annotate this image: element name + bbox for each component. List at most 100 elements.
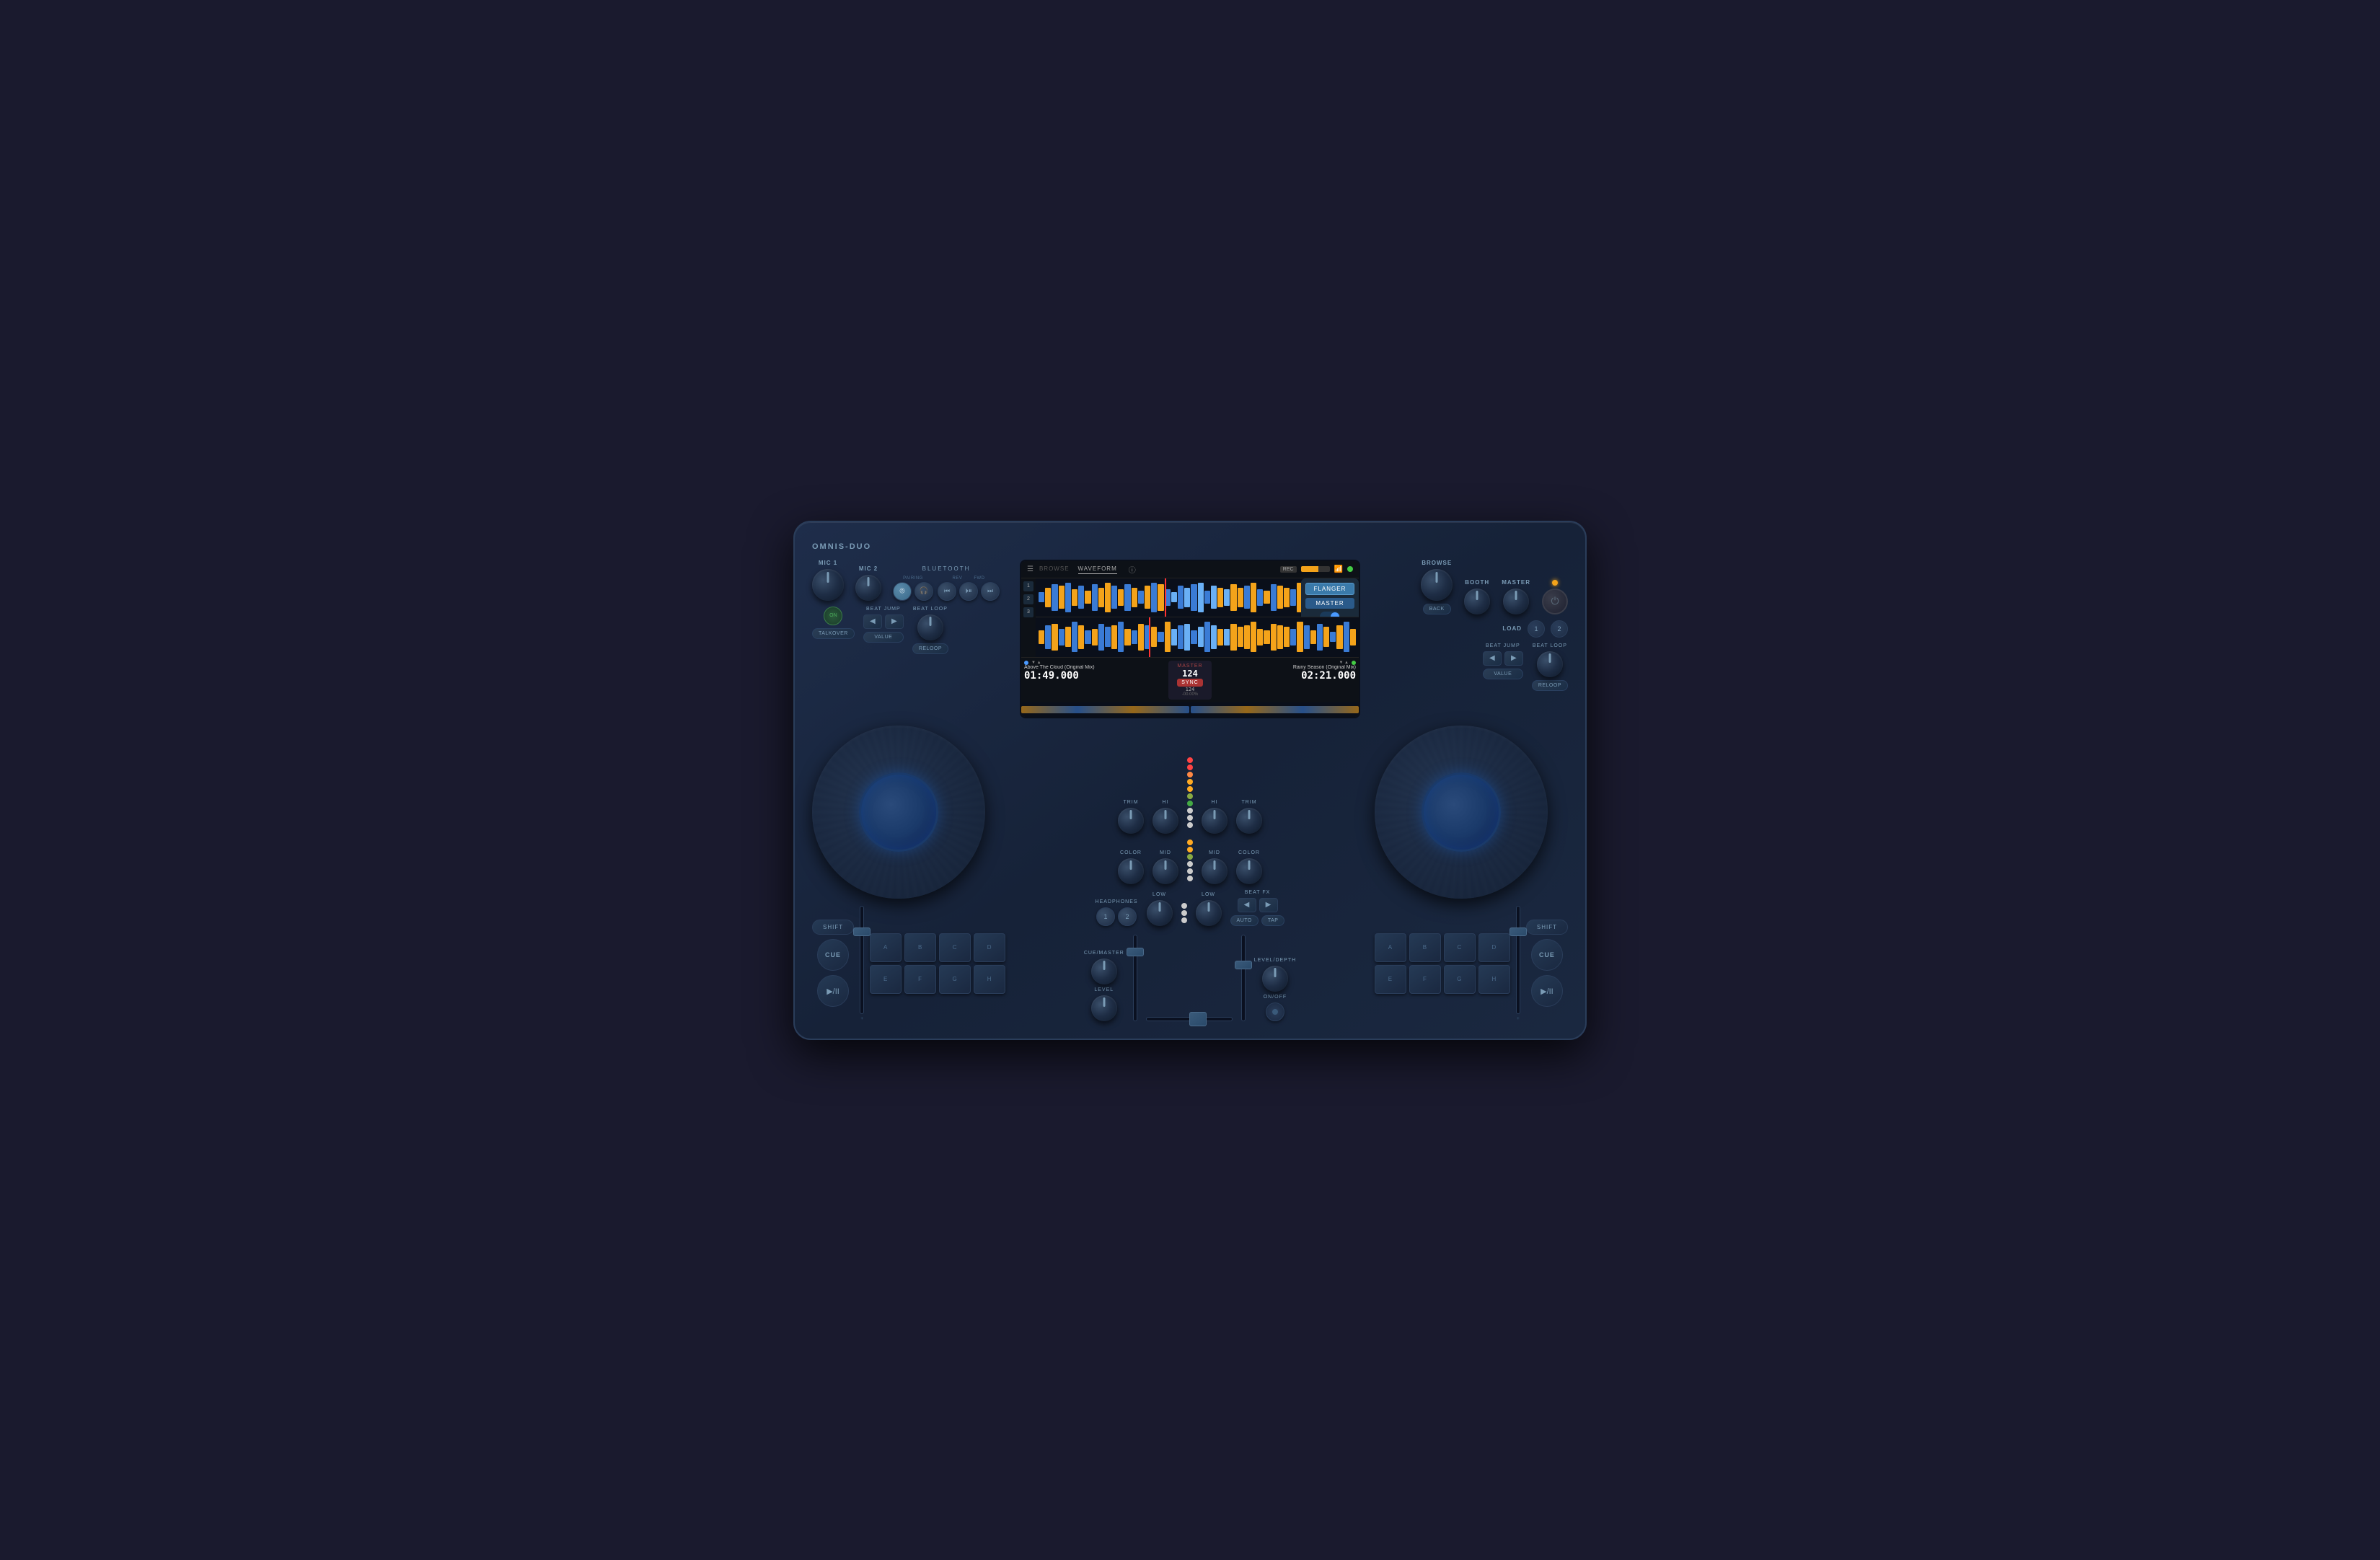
on-off-btn[interactable] [1266, 1002, 1284, 1021]
right-pad-h[interactable]: H [1478, 965, 1510, 994]
left-pad-g[interactable]: G [939, 965, 971, 994]
left-fader-handle[interactable] [853, 927, 871, 936]
right-pads-area: A B C D E F G H + [1375, 906, 1568, 1021]
fx-toggle[interactable] [1320, 612, 1340, 618]
mid-l-knob[interactable] [1152, 858, 1178, 884]
browse-tab[interactable]: BROWSE [1039, 564, 1070, 574]
left-pad-f[interactable]: F [904, 965, 936, 994]
ch1-fader-handle[interactable] [1127, 948, 1144, 956]
right-pad-e[interactable]: E [1375, 965, 1406, 994]
prev-btn[interactable]: ⏮ [938, 582, 956, 601]
headphones-icon[interactable]: 🎧 [914, 582, 933, 601]
beat-jump-right-btn[interactable]: ▶ [885, 614, 904, 629]
auto-btn[interactable]: AUTO [1230, 915, 1259, 926]
deck1-info: ▼ ▲ Above The Cloud (Original Mix) 01:49… [1024, 661, 1165, 700]
beat-jump-right-label: BEAT JUMP [1483, 643, 1523, 648]
right-pad-b[interactable]: B [1409, 933, 1441, 962]
reloop-r-btn[interactable]: RELOOP [1532, 680, 1568, 691]
bluetooth-icon[interactable]: ⌾ [893, 582, 912, 601]
hi-r-knob[interactable] [1202, 808, 1228, 834]
right-pad-g[interactable]: G [1444, 965, 1476, 994]
beat-jump-r-right-btn[interactable]: ▶ [1504, 651, 1523, 666]
hi-l-knob[interactable] [1152, 808, 1178, 834]
trim-l-knob[interactable] [1118, 808, 1144, 834]
cue-master-knob[interactable] [1091, 959, 1117, 984]
sidebar-btn-1[interactable]: 1 [1023, 581, 1033, 591]
left-pad-c[interactable]: C [939, 933, 971, 962]
beat-jump-r-left-btn[interactable]: ◀ [1483, 651, 1502, 666]
level-knob[interactable] [1091, 995, 1117, 1021]
left-pad-h[interactable]: H [974, 965, 1005, 994]
beat-loop-r-knob[interactable] [1537, 651, 1563, 677]
play-pause-btn[interactable]: ⏵⏸ [959, 582, 978, 601]
right-shift-btn[interactable]: SHIFT [1526, 920, 1568, 935]
rec-badge[interactable]: REC [1280, 566, 1297, 573]
mid-r-knob[interactable] [1202, 858, 1228, 884]
rec-level [1301, 566, 1330, 572]
load-2-btn[interactable]: 2 [1551, 620, 1568, 638]
beat-fx-left-btn[interactable]: ◀ [1238, 898, 1256, 912]
tap-btn[interactable]: TAP [1261, 915, 1285, 926]
ch2-mid: MID [1202, 850, 1228, 884]
beat-fx-section: BEAT FX ◀ ▶ AUTO TAP [1230, 890, 1285, 926]
vu-m-y2 [1187, 847, 1193, 852]
right-cue-btn[interactable]: CUE [1531, 939, 1563, 971]
left-cue-btn[interactable]: CUE [817, 939, 849, 971]
right-pad-c[interactable]: C [1444, 933, 1476, 962]
sidebar-btn-3[interactable]: 3 [1023, 607, 1033, 617]
right-fader-handle[interactable] [1509, 927, 1527, 936]
jog-wheel-right[interactable] [1375, 726, 1548, 899]
trim-r-knob[interactable] [1236, 808, 1262, 834]
beat-jump-value-r-btn[interactable]: VALUE [1483, 669, 1523, 679]
right-play-btn[interactable]: ▶/II [1531, 975, 1563, 1007]
left-pad-b[interactable]: B [904, 933, 936, 962]
hp-2-btn[interactable]: 2 [1118, 907, 1137, 926]
load-1-btn[interactable]: 1 [1528, 620, 1545, 638]
ch2-fader-handle[interactable] [1235, 961, 1252, 969]
right-pad-f[interactable]: F [1409, 965, 1441, 994]
mic1-knob[interactable] [812, 569, 844, 601]
next-btn[interactable]: ⏭ [981, 582, 1000, 601]
low-l-knob[interactable] [1147, 900, 1173, 926]
color-l-knob[interactable] [1118, 858, 1144, 884]
waveform-tab[interactable]: WAVEFORM [1078, 564, 1117, 574]
browse-group: BROWSE BACK [1421, 560, 1453, 614]
low-r-knob[interactable] [1196, 900, 1222, 926]
hi-l-label: HI [1163, 800, 1169, 805]
beat-jump-left-btn[interactable]: ◀ [863, 614, 882, 629]
booth-knob[interactable] [1464, 589, 1490, 614]
vu-m-g1 [1187, 854, 1193, 860]
info-icon[interactable]: ⓘ [1129, 564, 1136, 575]
master-knob[interactable] [1503, 589, 1529, 614]
reloop-btn[interactable]: RELOOP [912, 643, 948, 654]
mic2-knob[interactable] [855, 575, 881, 601]
beat-jump-value-btn[interactable]: VALUE [863, 632, 904, 643]
back-btn[interactable]: BACK [1423, 604, 1451, 614]
power-btn[interactable]: ⏻ [1542, 589, 1568, 614]
left-pad-d[interactable]: D [974, 933, 1005, 962]
crossfader-handle[interactable] [1189, 1012, 1207, 1026]
sidebar-btn-2[interactable]: 2 [1023, 594, 1033, 604]
right-pad-a[interactable]: A [1375, 933, 1406, 962]
left-shift-btn[interactable]: SHIFT [812, 920, 854, 935]
right-pad-d[interactable]: D [1478, 933, 1510, 962]
master-knob-label: MASTER [1502, 579, 1530, 586]
left-pad-grid: A B C D E F G H [870, 933, 1005, 994]
left-pad-e[interactable]: E [870, 965, 902, 994]
level-depth-knob[interactable] [1262, 966, 1288, 992]
on-btn[interactable]: ON [824, 607, 842, 625]
sync-btn[interactable]: SYNC [1177, 679, 1202, 687]
browse-knob[interactable] [1421, 569, 1453, 601]
beat-fx-right-btn[interactable]: ▶ [1259, 898, 1278, 912]
beat-loop-knob[interactable] [917, 614, 943, 640]
color-r-knob[interactable] [1236, 858, 1262, 884]
talkover-btn[interactable]: TALKOVER [812, 628, 855, 639]
left-pad-a[interactable]: A [870, 933, 902, 962]
menu-icon[interactable]: ☰ [1027, 565, 1033, 573]
bpm-display: 124 [1186, 687, 1195, 692]
hp-1-btn[interactable]: 1 [1096, 907, 1115, 926]
left-play-btn[interactable]: ▶/II [817, 975, 849, 1007]
flanger-btn[interactable]: FLANGER [1305, 583, 1354, 595]
master-fx-btn[interactable]: MASTER [1305, 598, 1354, 609]
jog-wheel-left[interactable] [812, 726, 985, 899]
